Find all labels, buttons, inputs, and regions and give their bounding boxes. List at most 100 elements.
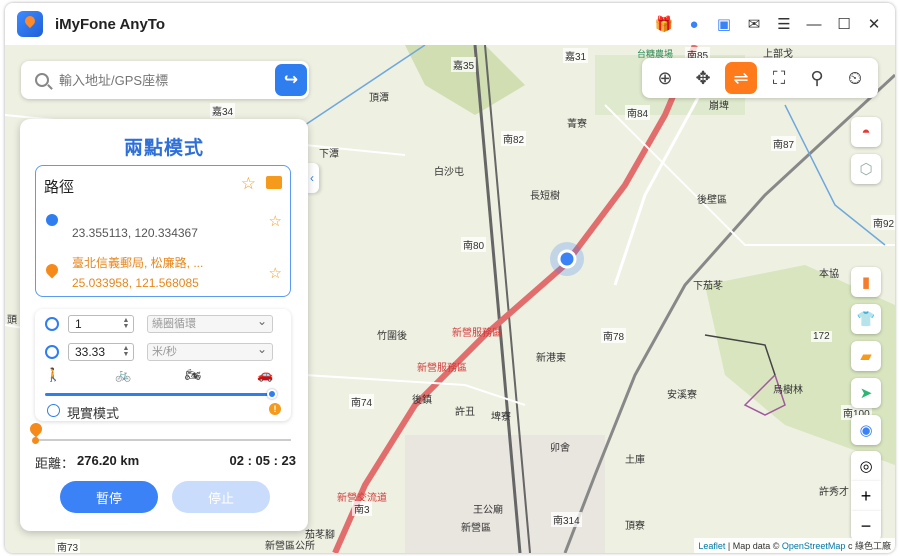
map-label: 新營服務區 (452, 328, 502, 339)
speed-field[interactable]: 33.33 ▲ ▼ (68, 343, 134, 361)
progress-handle[interactable] (32, 437, 39, 444)
cooldown-shield-icon[interactable]: ⬡ (851, 154, 881, 184)
speed-slider[interactable] (45, 389, 277, 399)
timer-icon (45, 317, 59, 331)
map-label: 新營區公所 (265, 541, 315, 552)
pokemon-icon[interactable]: ◓ (851, 117, 881, 147)
stepper-icon[interactable]: ▲ ▼ (121, 345, 131, 358)
map-label: 南74 (349, 394, 375, 409)
toggle-icon[interactable]: ◉ (851, 415, 881, 445)
toolbox-icon[interactable]: ▣ (711, 11, 737, 37)
shirt-icon[interactable]: 👕 (851, 304, 881, 334)
map-label: 新港東 (536, 353, 566, 364)
locate-icon[interactable]: ◎ (851, 451, 881, 481)
map-attribution: Leaflet | Map data © OpenStreetMap c 綠色工… (694, 538, 895, 553)
map-label: 白沙屯 (434, 167, 464, 178)
star-icon[interactable]: ☆ (241, 174, 256, 194)
map-label: 卯舍 (550, 443, 570, 454)
repeat-mode-select[interactable]: 繞圈循環 (147, 313, 273, 333)
map-view[interactable]: 嘉31 嘉35 嘉34 頂潭 下潭 南82 菁寮 南84 崩埤 台糖農場 南85… (5, 45, 895, 553)
speed-value: 33.33 (75, 345, 106, 359)
map-label: 崩埤 (709, 101, 729, 112)
end-point-icon (43, 261, 61, 279)
teleport-mode-icon[interactable]: ⊕ (649, 62, 681, 94)
pause-button[interactable]: 暫停 (60, 481, 158, 513)
app-title: iMyFone AnyTo (55, 15, 165, 33)
joystick-mode-icon[interactable]: ✥ (687, 62, 719, 94)
motorcycle-icon[interactable]: 🏍 (185, 367, 202, 383)
speed-unit-select[interactable]: 米/秒 (147, 341, 273, 361)
map-label: 王公廟 (473, 505, 503, 516)
arrow-right-icon[interactable]: ↪ (275, 64, 307, 96)
two-spot-mode-icon[interactable]: ⇌ (725, 62, 757, 94)
map-label: 頭 (7, 315, 17, 326)
history-mode-icon[interactable]: ⏲ (839, 62, 871, 94)
map-label: 安溪寮 (667, 390, 697, 401)
mail-icon[interactable]: ✉ (741, 11, 767, 37)
realistic-mode-radio[interactable] (47, 404, 60, 417)
map-label: 嘉34 (210, 103, 236, 118)
star-icon[interactable]: ☆ (269, 264, 282, 282)
mode-toolbar: ⊕ ✥ ⇌ ⛶ ⚲ ⏲ (642, 58, 878, 98)
car-icon[interactable]: 🚗 (257, 367, 273, 383)
jump-teleport-mode-icon[interactable]: ⚲ (801, 62, 833, 94)
speed-slider-thumb[interactable] (267, 389, 277, 399)
map-label: 南3 (352, 501, 372, 516)
info-icon[interactable]: ! (269, 403, 281, 415)
repeat-count-field[interactable]: 1 ▲ ▼ (68, 315, 134, 333)
settings-box: 1 ▲▼ 繞圈循環 33.33 ▲▼ 米/秒 🚶 🚲 🏍 🚗 現 (35, 309, 291, 421)
end-name: 臺北信義郵局, 松廉路, ... (72, 256, 204, 270)
folder-icon[interactable] (266, 176, 282, 189)
start-point-icon (46, 214, 58, 226)
leaflet-link[interactable]: Leaflet (698, 541, 725, 551)
walk-icon[interactable]: 🚶 (45, 367, 61, 383)
map-label: 嘉31 (563, 48, 589, 63)
minimize-icon[interactable]: — (801, 11, 827, 37)
map-label: 許秀才 (819, 487, 849, 498)
stepper-icon[interactable]: ▲ ▼ (121, 317, 131, 330)
gift-icon[interactable]: 🎁 (651, 11, 677, 37)
book-icon[interactable]: ▮ (851, 267, 881, 297)
zoom-in-icon[interactable]: + (851, 481, 881, 511)
map-label: 南82 (501, 131, 527, 146)
distance-label: 距離： (35, 456, 75, 471)
search-input[interactable] (59, 72, 269, 88)
map-label: 竹圍後 (377, 331, 407, 342)
map-label: 頂寮 (625, 521, 645, 532)
watermark: 綠色工廠 (854, 541, 891, 551)
stop-button[interactable]: 停止 (172, 481, 270, 513)
send-icon[interactable]: ➤ (851, 378, 881, 408)
time-value: 02 : 05 : 23 (229, 453, 297, 468)
end-coords: 25.033958, 121.568085 (72, 276, 199, 290)
map-label: 土庫 (625, 455, 645, 466)
two-spot-panel: 兩點模式 路徑 ☆ 23.355113, 120.334367 ☆ 臺北信義郵局… (20, 119, 308, 531)
osm-link[interactable]: OpenStreetMap (782, 541, 846, 551)
zoom-out-icon[interactable]: − (851, 511, 881, 541)
side-tools-bottom: ◎ + − (851, 451, 881, 541)
bike-icon[interactable]: 🚲 (115, 367, 131, 383)
map-label: 172 (811, 331, 832, 342)
maximize-icon[interactable]: ☐ (831, 11, 857, 37)
map-label: 烏樹林 (773, 385, 803, 396)
attribution-tail: c (845, 541, 853, 551)
user-icon[interactable]: ● (681, 11, 707, 37)
titlebar-icons: 🎁 ● ▣ ✉ ☰ — ☐ ✕ (651, 11, 887, 37)
map-label: 頂潭 (369, 93, 389, 104)
map-label: 埤寮 (491, 412, 511, 423)
multi-spot-mode-icon[interactable]: ⛶ (763, 62, 795, 94)
map-label: 嘉35 (451, 57, 477, 72)
progress-track (35, 439, 291, 441)
close-icon[interactable]: ✕ (861, 11, 887, 37)
map-label: 長短樹 (530, 191, 560, 202)
route-box: 路徑 ☆ 23.355113, 120.334367 ☆ 臺北信義郵局, 松廉路… (35, 165, 291, 297)
menu-icon[interactable]: ☰ (771, 11, 797, 37)
title-bar: iMyFone AnyTo 🎁 ● ▣ ✉ ☰ — ☐ ✕ (5, 3, 895, 45)
map-label: 南78 (601, 328, 627, 343)
panel-title: 兩點模式 (123, 138, 204, 159)
star-icon[interactable]: ☆ (269, 212, 282, 230)
import-folder-icon[interactable]: ▰ (851, 341, 881, 371)
attribution-text: | Map data © (725, 541, 782, 551)
progress-pin-icon (27, 420, 45, 438)
speed-icon (45, 345, 59, 359)
map-label: 後壁區 (697, 195, 727, 206)
